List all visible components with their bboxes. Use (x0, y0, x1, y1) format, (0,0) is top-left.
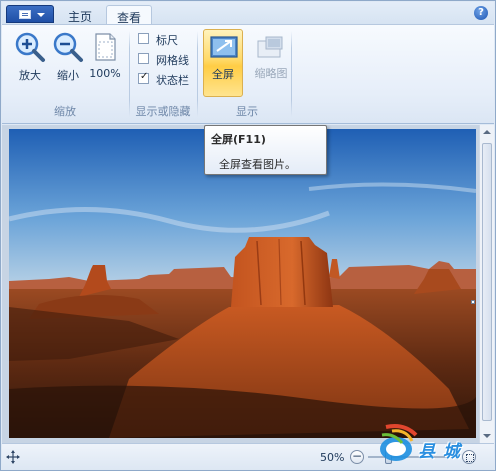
display-group-label: 显示 (236, 105, 258, 118)
gridlines-check-box[interactable] (138, 53, 149, 64)
canvas-resize-handle[interactable] (471, 300, 475, 304)
tab-view[interactable]: 查看 (106, 5, 153, 26)
scroll-thumb[interactable] (482, 143, 492, 421)
chevron-down-icon (37, 13, 45, 17)
show-hide-group-label: 显示或隐藏 (135, 105, 191, 118)
application-menu-button[interactable] (6, 5, 54, 23)
zoom-percent: 50% (320, 451, 345, 464)
zoom-out-label: 缩小 (57, 69, 79, 82)
thumbnail-icon (257, 36, 283, 58)
tab-home[interactable]: 主页 (58, 5, 102, 25)
zoom-in-button[interactable]: 放大 (10, 31, 50, 91)
thumbnail-button[interactable]: 缩略图 (249, 29, 293, 97)
move-cursor-icon (6, 450, 20, 464)
watermark-logo: 县 城 (372, 413, 492, 469)
group-divider (291, 31, 292, 117)
actual-size-button[interactable]: 100% (86, 31, 124, 91)
scroll-up-icon[interactable] (483, 130, 491, 134)
paint-window: 主页 查看 ? 放大 缩小 100% 缩放 标尺 网格线 ✓ 状态栏 显示或隐藏… (0, 0, 496, 471)
show-hide-group: 标尺 网格线 状态栏 显示或隐藏 (131, 25, 195, 123)
statusbar-label: 状态栏 (156, 74, 189, 87)
fullscreen-tooltip: 全屏(F11) 全屏查看图片。 (204, 125, 327, 175)
zoom-in-icon (14, 31, 46, 63)
fullscreen-label: 全屏 (212, 68, 234, 81)
ribbon: 放大 缩小 100% 缩放 标尺 网格线 ✓ 状态栏 显示或隐藏 全屏 缩略图 … (2, 24, 494, 124)
watermark-swirl-icon (380, 424, 418, 461)
zoom-out-icon (52, 31, 84, 63)
zoom-group-label: 缩放 (54, 105, 76, 118)
fullscreen-icon (210, 36, 238, 58)
zoom-in-label: 放大 (19, 69, 41, 82)
statusbar-check-box[interactable] (138, 71, 149, 84)
help-icon[interactable]: ? (474, 6, 488, 20)
group-divider (197, 31, 198, 117)
tooltip-description: 全屏查看图片。 (219, 158, 296, 171)
zoom-group: 放大 缩小 100% 缩放 (2, 25, 128, 123)
vertical-scrollbar[interactable] (479, 125, 494, 443)
tooltip-title: 全屏(F11) (211, 133, 266, 146)
zoom-out-button[interactable]: 缩小 (48, 31, 88, 91)
display-group: 全屏 缩略图 显示 (199, 25, 295, 123)
gridlines-label: 网格线 (156, 54, 189, 67)
watermark-text: 县 城 (418, 442, 461, 462)
ruler-check-box[interactable] (138, 33, 149, 44)
ribbon-tab-bar: 主页 查看 ? (2, 2, 494, 26)
zoom-out-small-button[interactable]: − (350, 450, 364, 464)
thumbnail-label: 缩略图 (254, 67, 288, 80)
page-icon (89, 31, 121, 63)
fullscreen-button[interactable]: 全屏 (203, 29, 243, 97)
group-divider (129, 31, 130, 117)
actual-size-label: 100% (89, 67, 121, 80)
desert-landscape-image (9, 129, 476, 438)
ruler-label: 标尺 (156, 34, 178, 47)
document-icon (19, 10, 31, 19)
